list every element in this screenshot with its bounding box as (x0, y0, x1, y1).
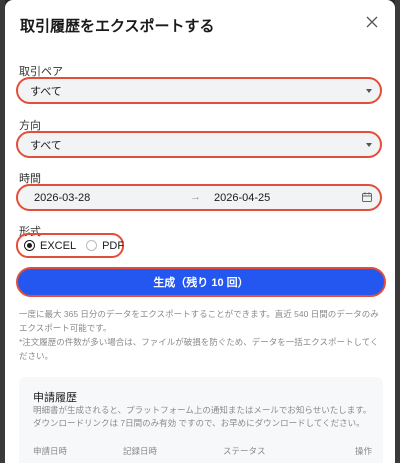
radio-unchecked-icon[interactable] (86, 240, 98, 251)
direction-value: すべて (30, 139, 62, 152)
generate-button[interactable]: 生成（残り 10 回） (16, 267, 386, 297)
note-limit: 一度に最大 365 日分のデータをエクスポートすることができます。直近 540 … (19, 309, 379, 333)
date-start[interactable]: 2026-03-28 (34, 192, 90, 204)
format-option-label: EXCEL (40, 239, 77, 252)
col-status: ステータス (223, 446, 266, 456)
backdrop (395, 0, 400, 463)
date-range-picker[interactable]: 2026-03-28 → 2026-04-25 (16, 184, 382, 211)
modal-title: 取引履歴をエクスポートする (20, 18, 215, 35)
note-batch: *注文履歴の件数が多い場合は、ファイルが破損を防ぐため、データを一括エクスポート… (19, 337, 379, 361)
pair-value: すべて (30, 85, 62, 98)
col-action: 操作 (355, 446, 373, 456)
radio-checked-icon[interactable] (24, 240, 35, 251)
calendar-icon (362, 192, 372, 205)
date-end[interactable]: 2026-04-25 (214, 192, 270, 204)
history-desc: 明細書が生成されると、プラットフォーム上の通知またはメールでお知らせいたします。… (33, 405, 372, 428)
chevron-down-icon (366, 89, 372, 93)
col-request-time: 申請日時 (33, 446, 68, 456)
chevron-down-icon (366, 143, 372, 147)
col-record-time: 記録日時 (123, 446, 158, 456)
format-option-excel[interactable]: EXCEL (24, 240, 76, 252)
modal-header: 取引履歴をエクスポートする (5, 0, 395, 50)
request-history: 申請履歴 明細書が生成されると、プラットフォーム上の通知またはメールでお知らせい… (19, 377, 383, 463)
history-table-header: 申請日時 記録日時 ステータス 操作 (33, 445, 373, 459)
format-option-pdf[interactable]: PDF (86, 240, 124, 252)
arrow-right-icon: → (190, 191, 201, 203)
pair-select[interactable]: すべて (16, 77, 382, 104)
format-radio-group: EXCEL PDF (16, 233, 124, 258)
history-title: 申請履歴 (33, 392, 77, 404)
close-icon[interactable] (365, 15, 385, 35)
format-option-label: PDF (102, 239, 125, 252)
export-modal: 取引履歴をエクスポートする 取引ペア すべて 方向 すべて 時間 2026-03… (5, 0, 395, 463)
direction-select[interactable]: すべて (16, 131, 382, 158)
